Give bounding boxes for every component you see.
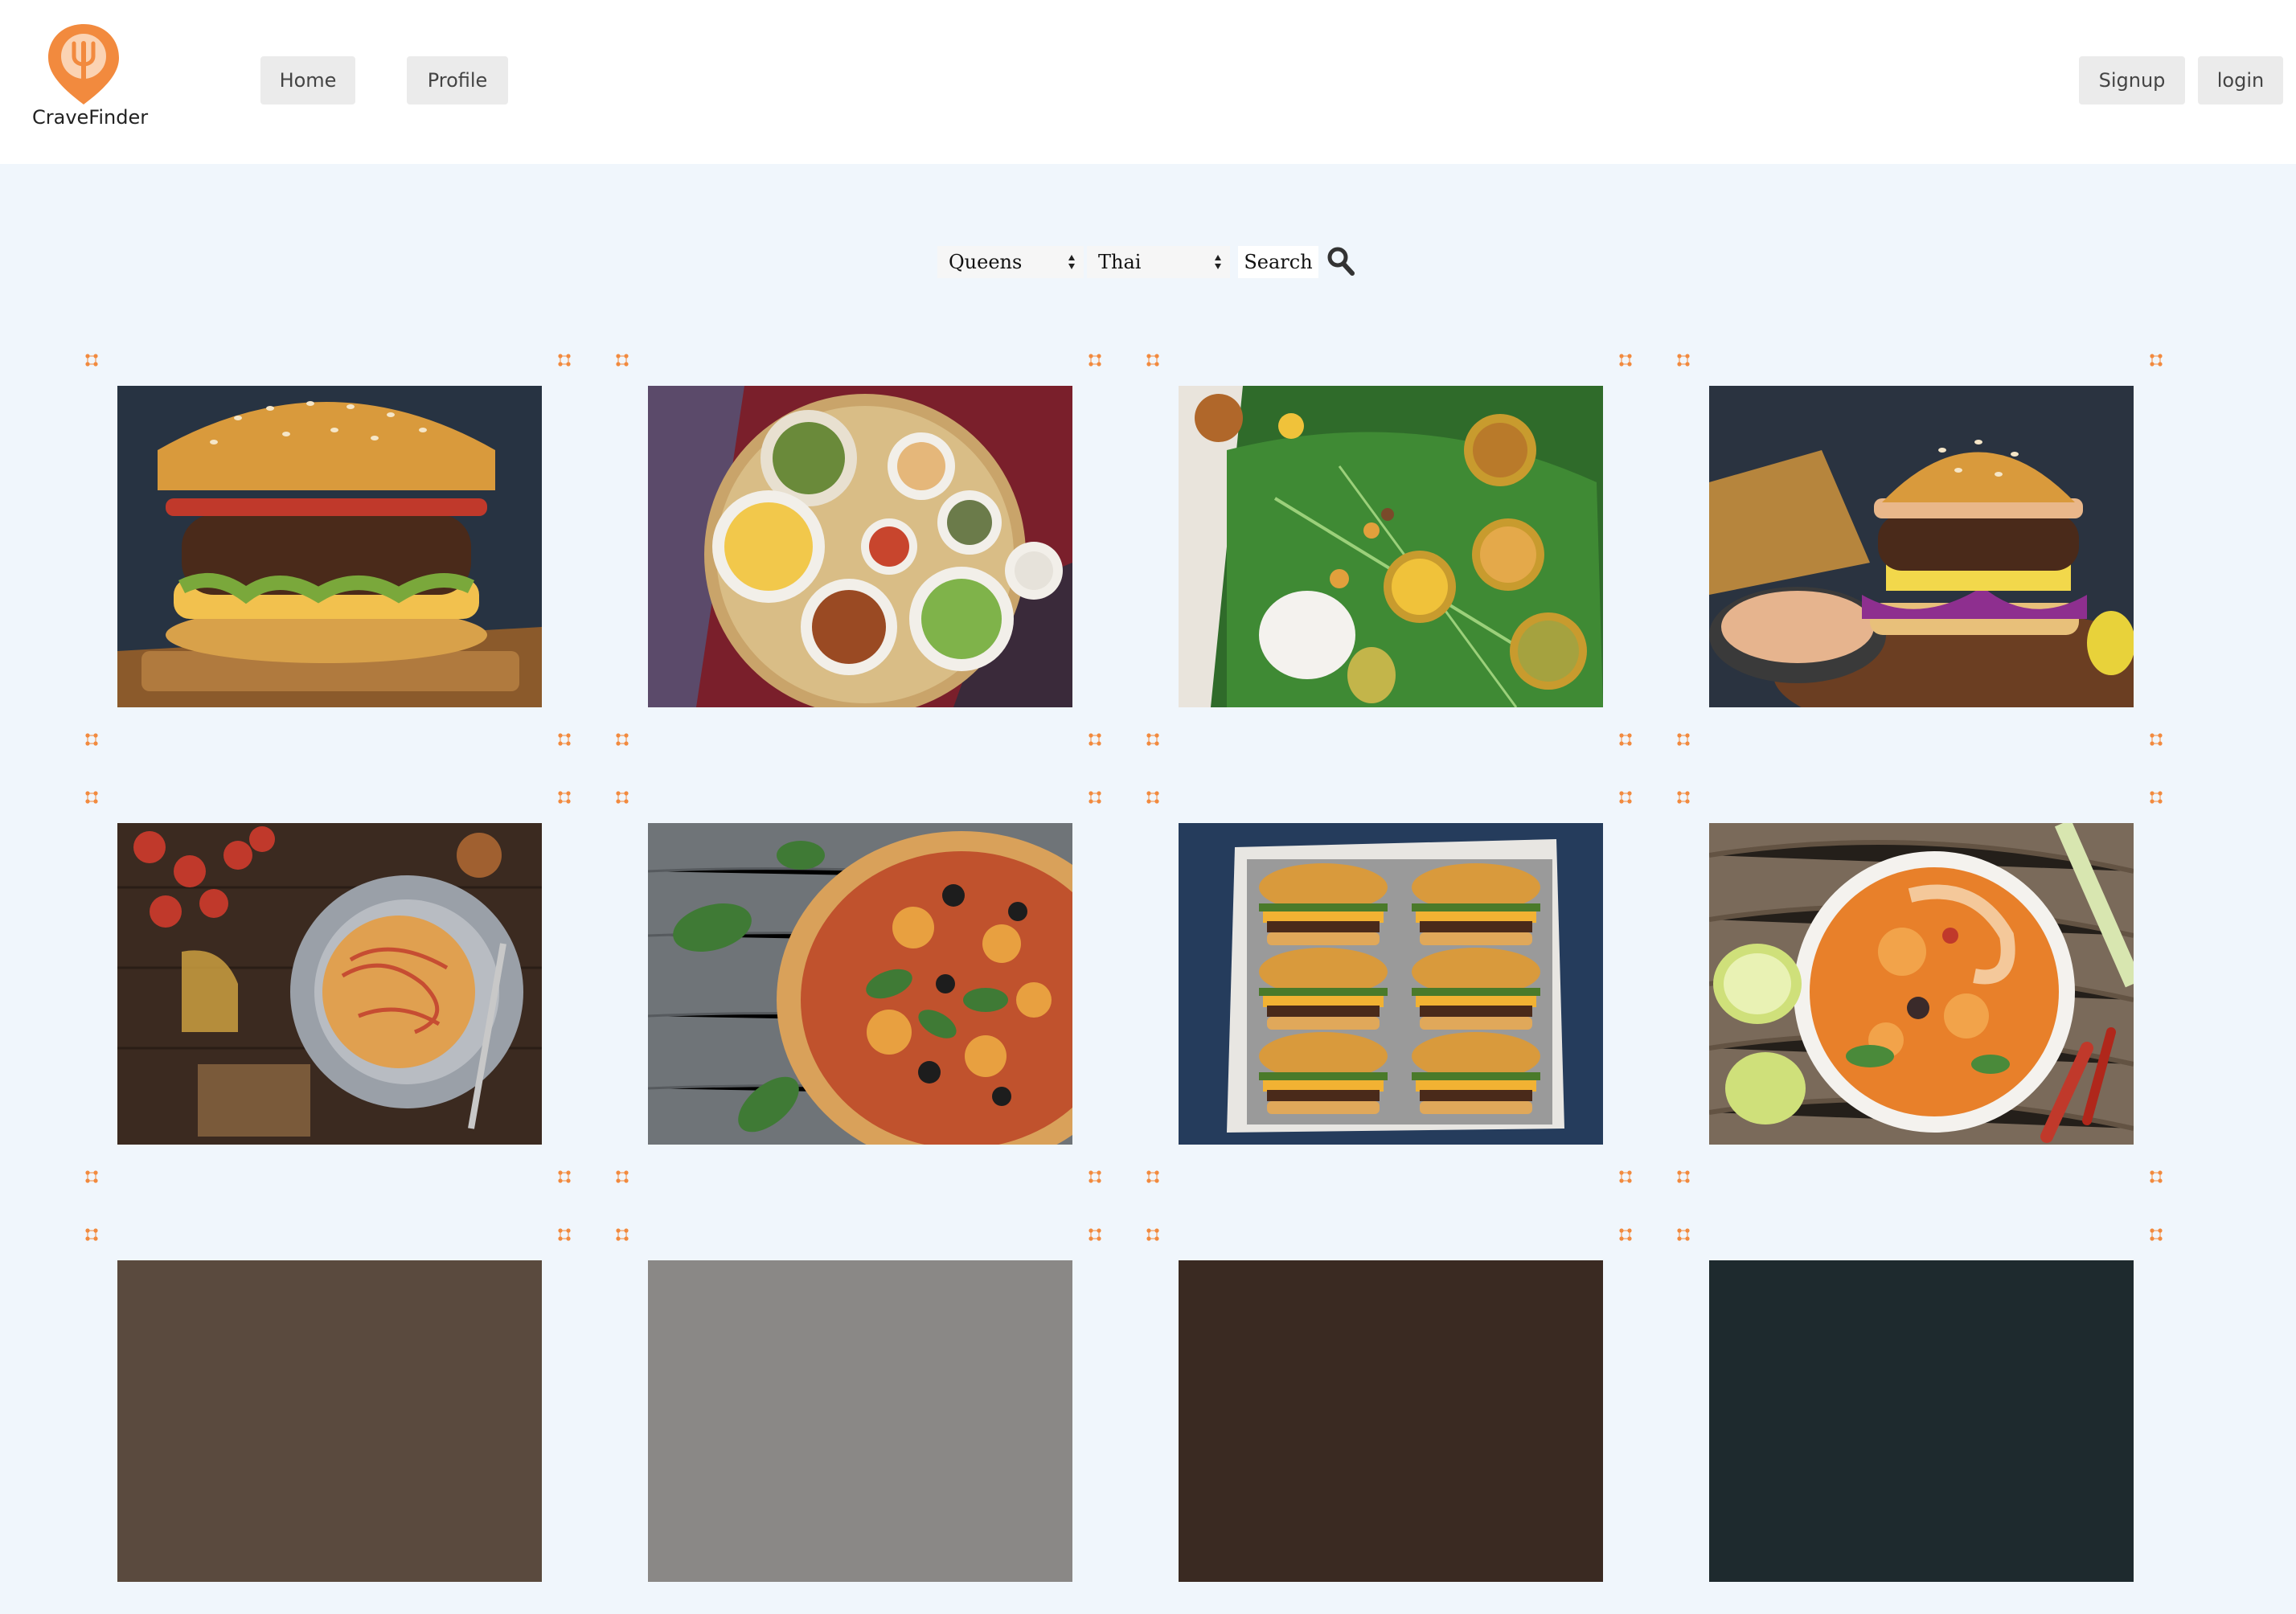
thai-platter-photo[interactable] (648, 386, 1072, 707)
partial-image (648, 1260, 1072, 1582)
food-card[interactable] (85, 1228, 576, 1614)
partial-image (117, 1260, 542, 1582)
food-card[interactable] (616, 791, 1106, 1183)
thai-platter-image (648, 386, 1072, 707)
brand-name: CraveFinder (32, 106, 149, 129)
borough-select-value: Queens (949, 251, 1023, 273)
resize-handle-icon[interactable] (85, 791, 98, 804)
food-card[interactable] (85, 791, 576, 1183)
resize-handle-icon[interactable] (85, 1228, 98, 1241)
partial-photo[interactable] (117, 1260, 542, 1582)
home-button[interactable]: Home (260, 56, 355, 104)
sliders-tray-photo[interactable] (1179, 823, 1603, 1145)
resize-handle-icon[interactable] (2150, 791, 2163, 804)
partial-image (1709, 1260, 2134, 1582)
resize-handle-icon[interactable] (1677, 1228, 1690, 1241)
resize-handle-icon[interactable] (1677, 733, 1690, 746)
resize-handle-icon[interactable] (1677, 354, 1690, 367)
resize-handle-icon[interactable] (616, 733, 629, 746)
spaghetti-photo[interactable] (117, 823, 542, 1145)
food-card[interactable] (616, 354, 1106, 746)
select-arrows-icon (1068, 255, 1075, 269)
resize-handle-icon[interactable] (1619, 791, 1632, 804)
resize-handle-icon[interactable] (1089, 791, 1101, 804)
resize-handle-icon[interactable] (558, 1170, 571, 1183)
food-card[interactable] (1677, 791, 2167, 1183)
resize-handle-icon[interactable] (1089, 1228, 1101, 1241)
food-card[interactable] (616, 1228, 1106, 1614)
signup-button[interactable]: Signup (2079, 56, 2185, 104)
partial-photo[interactable] (648, 1260, 1072, 1582)
search-button[interactable]: Search (1238, 246, 1318, 278)
resize-handle-icon[interactable] (1146, 1170, 1159, 1183)
burger-with-dip-image (1709, 386, 2134, 707)
resize-handle-icon[interactable] (1146, 733, 1159, 746)
resize-handle-icon[interactable] (558, 733, 571, 746)
partial-image (1179, 1260, 1603, 1582)
resize-handle-icon[interactable] (2150, 1228, 2163, 1241)
resize-handle-icon[interactable] (1089, 354, 1101, 367)
resize-handle-icon[interactable] (1619, 1170, 1632, 1183)
food-card[interactable] (1677, 1228, 2167, 1614)
resize-handle-icon[interactable] (85, 1170, 98, 1183)
pizza-photo[interactable] (648, 823, 1072, 1145)
resize-handle-icon[interactable] (1146, 354, 1159, 367)
resize-handle-icon[interactable] (558, 354, 571, 367)
resize-handle-icon[interactable] (1677, 1170, 1690, 1183)
resize-handle-icon[interactable] (1619, 1228, 1632, 1241)
banana-leaf-meal-photo[interactable] (1179, 386, 1603, 707)
food-card[interactable] (85, 354, 576, 746)
cravefinder-logo[interactable]: CraveFinder (32, 21, 149, 133)
pizza-image (648, 823, 1072, 1145)
resize-handle-icon[interactable] (558, 1228, 571, 1241)
fork-pin-icon (48, 24, 119, 104)
cuisine-select-value: Thai (1098, 251, 1142, 273)
burger-photo[interactable] (117, 386, 542, 707)
magnifier-icon[interactable] (1326, 246, 1355, 277)
select-arrows-icon (1215, 255, 1221, 269)
resize-handle-icon[interactable] (85, 733, 98, 746)
resize-handle-icon[interactable] (2150, 1170, 2163, 1183)
burger-image (117, 386, 542, 707)
resize-handle-icon[interactable] (1619, 733, 1632, 746)
tom-yum-image (1709, 823, 2134, 1145)
partial-photo[interactable] (1709, 1260, 2134, 1582)
profile-button[interactable]: Profile (407, 56, 508, 104)
spaghetti-image (117, 823, 542, 1145)
resize-handle-icon[interactable] (616, 354, 629, 367)
resize-handle-icon[interactable] (1619, 354, 1632, 367)
resize-handle-icon[interactable] (1089, 1170, 1101, 1183)
resize-handle-icon[interactable] (616, 1228, 629, 1241)
resize-handle-icon[interactable] (2150, 354, 2163, 367)
food-card[interactable] (1146, 354, 1637, 746)
food-card[interactable] (1146, 791, 1637, 1183)
banana-leaf-meal-image (1179, 386, 1603, 707)
resize-handle-icon[interactable] (85, 354, 98, 367)
resize-handle-icon[interactable] (1146, 1228, 1159, 1241)
food-card[interactable] (1146, 1228, 1637, 1614)
resize-handle-icon[interactable] (616, 1170, 629, 1183)
resize-handle-icon[interactable] (1677, 791, 1690, 804)
cuisine-select[interactable]: Thai (1087, 246, 1230, 278)
resize-handle-icon[interactable] (616, 791, 629, 804)
burger-with-dip-photo[interactable] (1709, 386, 2134, 707)
partial-photo[interactable] (1179, 1260, 1603, 1582)
borough-select[interactable]: Queens (937, 246, 1084, 278)
food-photo-grid (0, 0, 2296, 1582)
resize-handle-icon[interactable] (2150, 733, 2163, 746)
resize-handle-icon[interactable] (1089, 733, 1101, 746)
food-card[interactable] (1677, 354, 2167, 746)
resize-handle-icon[interactable] (558, 791, 571, 804)
sliders-tray-image (1179, 823, 1603, 1145)
top-navbar: CraveFinder Home Profile Signup login (0, 0, 2296, 164)
resize-handle-icon[interactable] (1146, 791, 1159, 804)
login-button[interactable]: login (2198, 56, 2283, 104)
tom-yum-photo[interactable] (1709, 823, 2134, 1145)
